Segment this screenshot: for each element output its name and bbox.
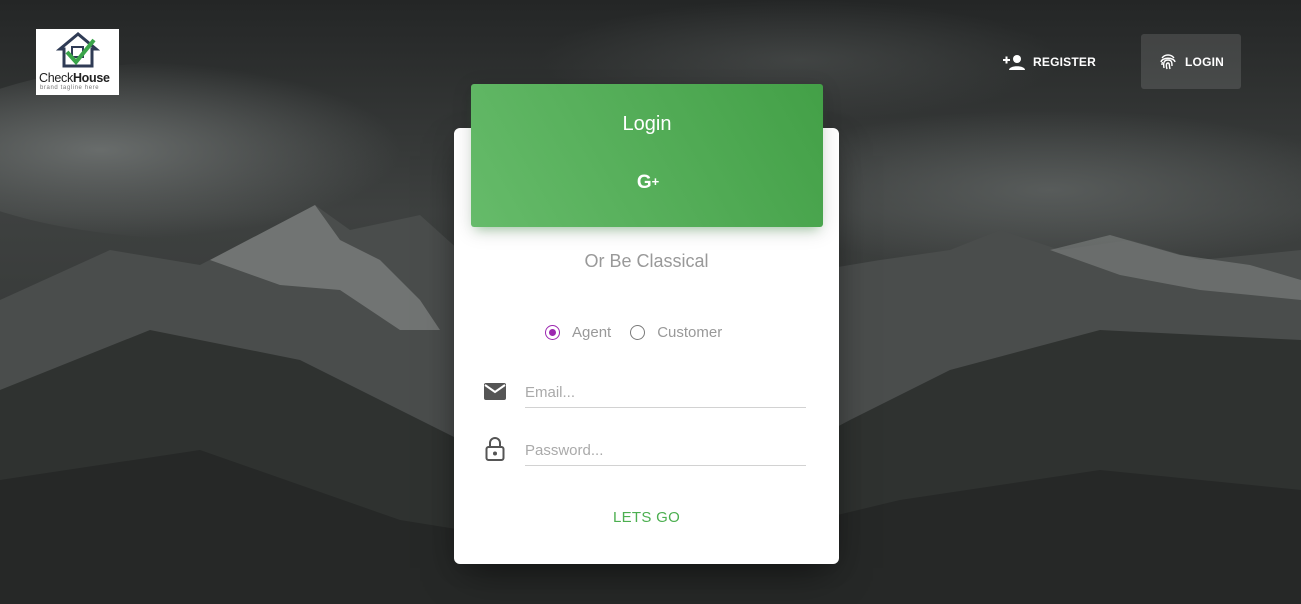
customer-radio[interactable] xyxy=(630,325,646,340)
lets-go-label: LETS GO xyxy=(612,509,681,526)
brand-logo[interactable]: CheckHouse brand tagline here xyxy=(36,29,119,95)
login-card-header: Login G+ xyxy=(471,84,823,227)
house-check-icon xyxy=(56,32,100,68)
email-placeholder: Email... xyxy=(525,383,576,401)
email-field[interactable]: Email... xyxy=(525,377,806,408)
nav-register-label: REGISTER xyxy=(1033,54,1096,69)
nav-login-label: LOGIN xyxy=(1185,54,1224,69)
fingerprint-icon xyxy=(1160,53,1176,69)
lock-icon xyxy=(485,437,505,461)
role-agent-option[interactable]: Agent xyxy=(545,324,611,341)
password-field[interactable]: Password... xyxy=(525,435,806,466)
brand-tagline: brand tagline here xyxy=(40,85,100,91)
agent-label: Agent xyxy=(572,324,612,341)
agent-radio[interactable] xyxy=(545,325,560,340)
role-radio-group: Agent Customer xyxy=(545,324,741,341)
role-customer-option[interactable]: Customer xyxy=(630,324,722,341)
mail-icon xyxy=(484,383,506,400)
nav-login-link[interactable]: LOGIN xyxy=(1141,34,1241,89)
google-plus-icon[interactable]: G+ xyxy=(632,172,664,194)
login-title: Login xyxy=(622,113,672,135)
lets-go-button[interactable]: LETS GO xyxy=(454,509,839,526)
login-subtitle: Or Be Classical xyxy=(584,251,709,271)
nav-register-link[interactable]: REGISTER xyxy=(992,34,1104,89)
password-placeholder: Password... xyxy=(525,441,604,459)
person-add-icon xyxy=(1003,54,1025,70)
brand-name: CheckHouse xyxy=(39,71,110,85)
customer-label: Customer xyxy=(657,324,723,341)
